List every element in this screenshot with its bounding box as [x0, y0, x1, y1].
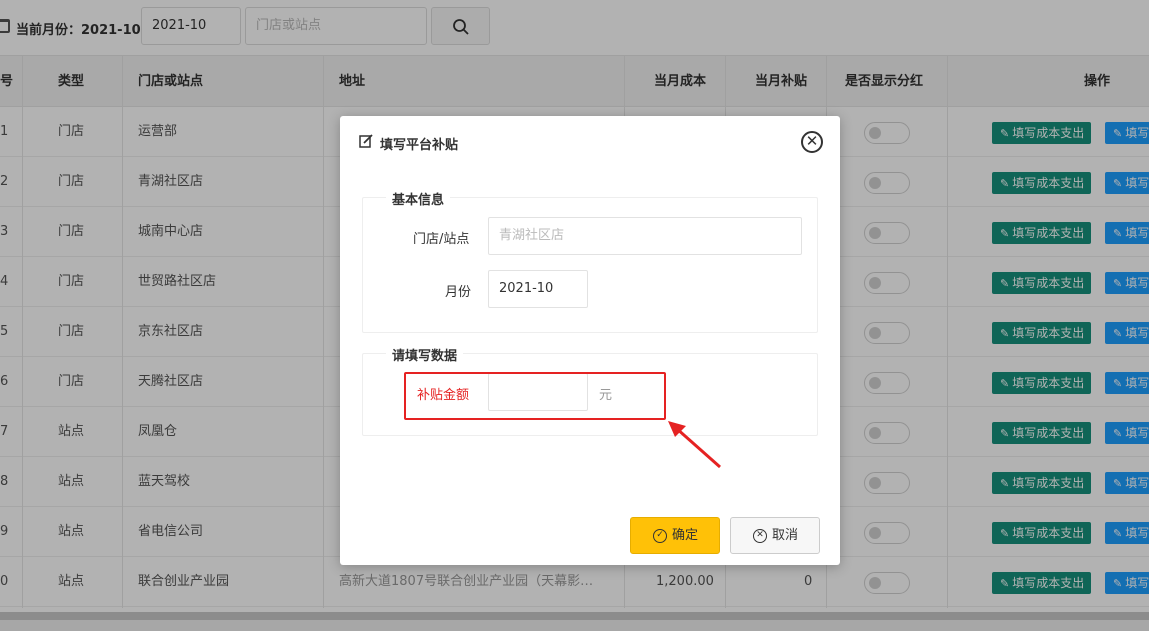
check-circle-icon: ✓ — [653, 529, 667, 543]
close-circle-icon: ✕ — [753, 529, 767, 543]
month-label: 月份 — [445, 285, 472, 300]
close-icon[interactable]: ✕ — [801, 131, 823, 153]
confirm-button[interactable]: ✓ 确定 — [630, 517, 720, 554]
amount-highlight-box — [404, 372, 666, 420]
store-field[interactable]: 青湖社区店 — [488, 217, 802, 255]
basic-info-section: 基本信息 门店/站点 青湖社区店 月份 2021-10 — [362, 189, 818, 333]
month-field[interactable]: 2021-10 — [488, 270, 588, 308]
basic-info-legend: 基本信息 — [386, 189, 451, 208]
dialog-title: 填写平台补贴 — [380, 138, 459, 153]
edit-icon — [359, 134, 373, 148]
store-label: 门店/站点 — [413, 232, 470, 247]
cancel-button[interactable]: ✕ 取消 — [730, 517, 820, 554]
data-legend: 请填写数据 — [386, 345, 464, 364]
annotation-arrow — [668, 421, 721, 469]
subsidy-dialog: 填写平台补贴 ✕ 基本信息 门店/站点 青湖社区店 月份 2021-10 请填写… — [340, 116, 840, 565]
